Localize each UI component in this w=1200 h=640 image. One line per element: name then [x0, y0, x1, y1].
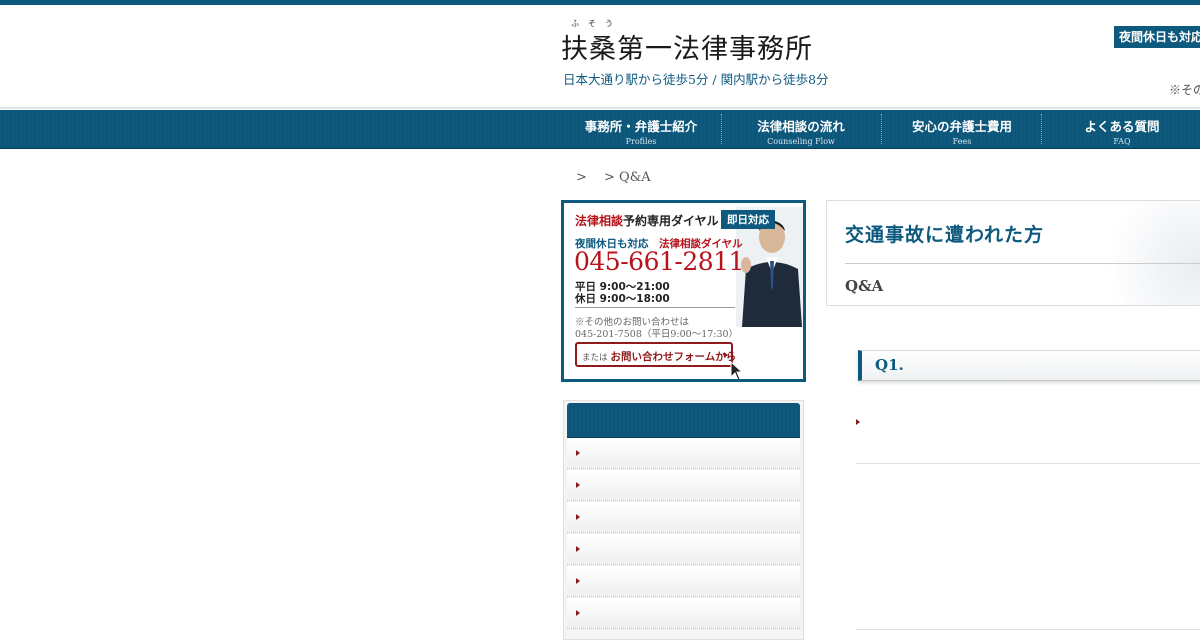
- contact-banner[interactable]: 法律相談予約専用ダイヤル 即日対応 夜間休日も対応 法律相談ダイヤル 045-6…: [561, 200, 806, 382]
- arrow-right-icon: [576, 450, 580, 456]
- header-divider: [0, 107, 1200, 109]
- sidebar-menu-item[interactable]: [567, 502, 800, 533]
- top-accent-bar: [0, 0, 1200, 5]
- page-title-box: 交通事故に遭われた方 Q&A: [826, 200, 1200, 306]
- mouse-cursor-icon: [730, 361, 744, 379]
- sidebar-menu: [563, 400, 804, 640]
- same-day-badge: 即日対応: [721, 210, 775, 229]
- arrow-right-icon: [576, 546, 580, 552]
- night-holiday-badge: 夜間休日も対応: [1114, 26, 1200, 48]
- answer-divider: [856, 463, 1200, 464]
- header-note: ※その: [1169, 83, 1200, 97]
- access-info: 日本大通り駅から徒歩5分 / 関内駅から徒歩8分: [563, 72, 829, 87]
- nav-item-faq[interactable]: よくある質問 FAQ: [1042, 110, 1200, 148]
- nav-item-counseling-flow[interactable]: 法律相談の流れ Counseling Flow: [721, 110, 881, 148]
- site-logo[interactable]: 扶桑第一法律事務所: [561, 27, 813, 66]
- nav-item-profiles[interactable]: 事務所・弁護士紹介 Profiles: [561, 110, 721, 148]
- contact-form-button[interactable]: または お問い合わせフォームから: [575, 342, 736, 367]
- nav-item-fees[interactable]: 安心の弁護士費用 Fees: [882, 110, 1042, 148]
- phone-number[interactable]: 045-661-2811: [574, 247, 744, 276]
- nav-item-label: よくある質問: [1084, 119, 1160, 134]
- global-nav: 事務所・弁護士紹介 Profiles 法律相談の流れ Counseling Fl…: [0, 110, 1200, 149]
- nav-item-sublabel: Fees: [952, 137, 972, 146]
- nav-item-sublabel: Counseling Flow: [767, 137, 835, 146]
- hours-holiday: 休日 9:00〜18:00: [575, 293, 670, 305]
- nav-item-label: 事務所・弁護士紹介: [584, 119, 698, 134]
- banner-title-highlight: 法律相談: [575, 214, 624, 228]
- question-heading: Q1.: [858, 350, 1200, 381]
- banner-title: 法律相談予約専用ダイヤル: [575, 212, 719, 229]
- sidebar-menu-item[interactable]: [567, 438, 800, 469]
- page-title: 交通事故に遭われた方: [845, 224, 1045, 246]
- nav-item-sublabel: Profiles: [625, 137, 657, 146]
- nav-item-label: 法律相談の流れ: [757, 119, 845, 134]
- nav-item-label: 安心の弁護士費用: [911, 119, 1012, 134]
- sidebar-menu-item[interactable]: [567, 534, 800, 565]
- title-background-image: [1085, 201, 1200, 305]
- banner-title-rest: 予約専用ダイヤル: [623, 214, 719, 228]
- contact-form-prefix: または: [582, 353, 608, 363]
- sidebar-menu-item[interactable]: [567, 566, 800, 597]
- arrow-right-icon: [576, 514, 580, 520]
- banner-divider: [575, 307, 735, 308]
- arrow-right-icon: [724, 352, 728, 358]
- page-subtitle: Q&A: [845, 277, 884, 295]
- question-label: Q1.: [875, 356, 904, 374]
- arrow-right-icon: [576, 578, 580, 584]
- breadcrumb[interactable]: > > Q&A: [576, 166, 651, 185]
- arrow-right-icon: [576, 482, 580, 488]
- sidebar-menu-item[interactable]: [567, 598, 800, 629]
- other-inquiry-phone: 045-201-7508（平日9:00〜17:30）: [575, 329, 739, 340]
- sidebar-menu-header: [567, 403, 800, 439]
- arrow-right-icon: [856, 419, 860, 425]
- sidebar-menu-item[interactable]: [567, 470, 800, 501]
- arrow-right-icon: [576, 610, 580, 616]
- contact-form-label: お問い合わせフォームから: [610, 351, 737, 363]
- nav-item-sublabel: FAQ: [1113, 137, 1131, 146]
- title-divider: [845, 263, 1200, 264]
